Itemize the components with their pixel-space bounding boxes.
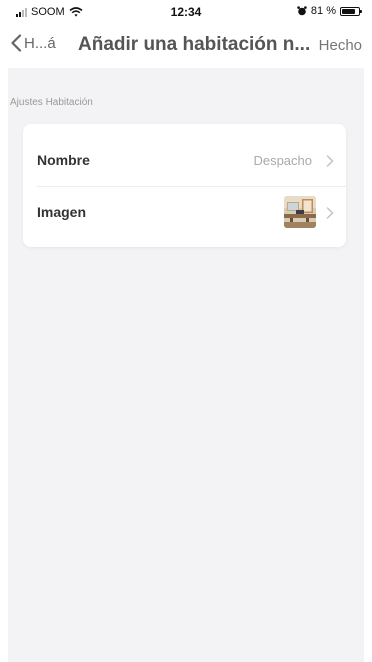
navigation-bar: H...á Añadir una habitación n... Hecho bbox=[0, 28, 372, 64]
back-button[interactable]: H...á bbox=[10, 34, 56, 52]
status-bar: SOOM 12:34 81 % bbox=[0, 0, 372, 24]
battery-icon bbox=[340, 6, 362, 16]
room-thumbnail-icon bbox=[284, 196, 316, 228]
battery-percentage: 81 % bbox=[310, 5, 336, 17]
room-settings-card: Nombre Despacho Imagen bbox=[23, 124, 346, 247]
chevron-right-icon bbox=[326, 155, 334, 167]
divider bbox=[37, 186, 346, 187]
chevron-left-icon bbox=[11, 34, 22, 52]
row-value: Despacho bbox=[253, 153, 312, 168]
chevron-right-icon bbox=[326, 207, 334, 219]
done-button[interactable]: Hecho bbox=[319, 37, 362, 54]
list-item-imagen[interactable]: Imagen bbox=[23, 188, 346, 238]
row-label: Nombre bbox=[37, 152, 90, 168]
content-area: Ajustes Habitación Nombre Despacho Image… bbox=[8, 68, 364, 662]
status-right: 81 % bbox=[297, 5, 362, 17]
section-header: Ajustes Habitación bbox=[10, 97, 93, 108]
back-button-label: H...á bbox=[24, 34, 56, 52]
row-label: Imagen bbox=[37, 204, 87, 220]
page-title: Añadir una habitación n... bbox=[78, 34, 311, 55]
alarm-icon bbox=[297, 6, 307, 16]
list-item-nombre[interactable]: Nombre Despacho bbox=[23, 136, 346, 186]
